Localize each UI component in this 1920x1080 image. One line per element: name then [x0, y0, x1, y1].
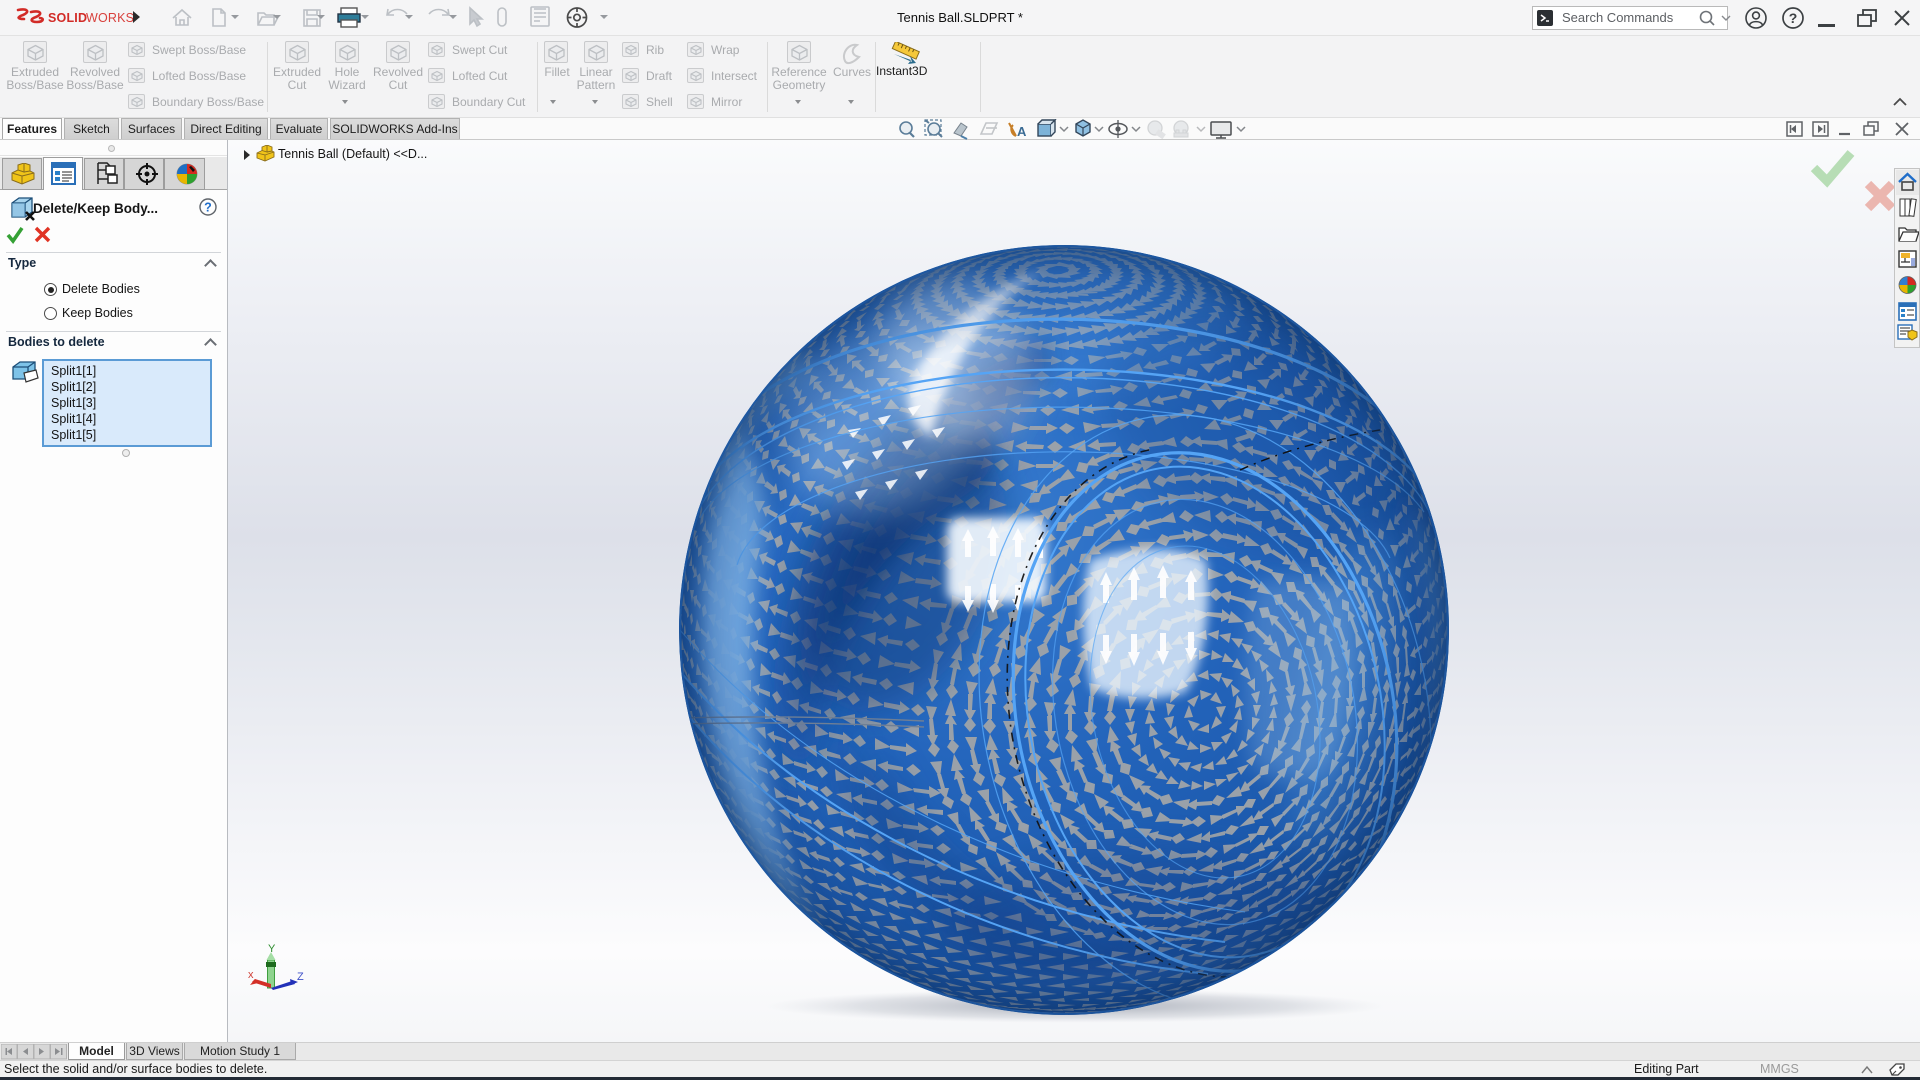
svg-text:Y: Y	[268, 943, 276, 955]
svg-text:x: x	[248, 969, 254, 981]
svg-text:Z: Z	[297, 971, 304, 983]
svg-text:?: ?	[204, 201, 212, 215]
svg-text:?: ?	[1789, 10, 1798, 26]
svg-text:A: A	[1017, 124, 1027, 139]
